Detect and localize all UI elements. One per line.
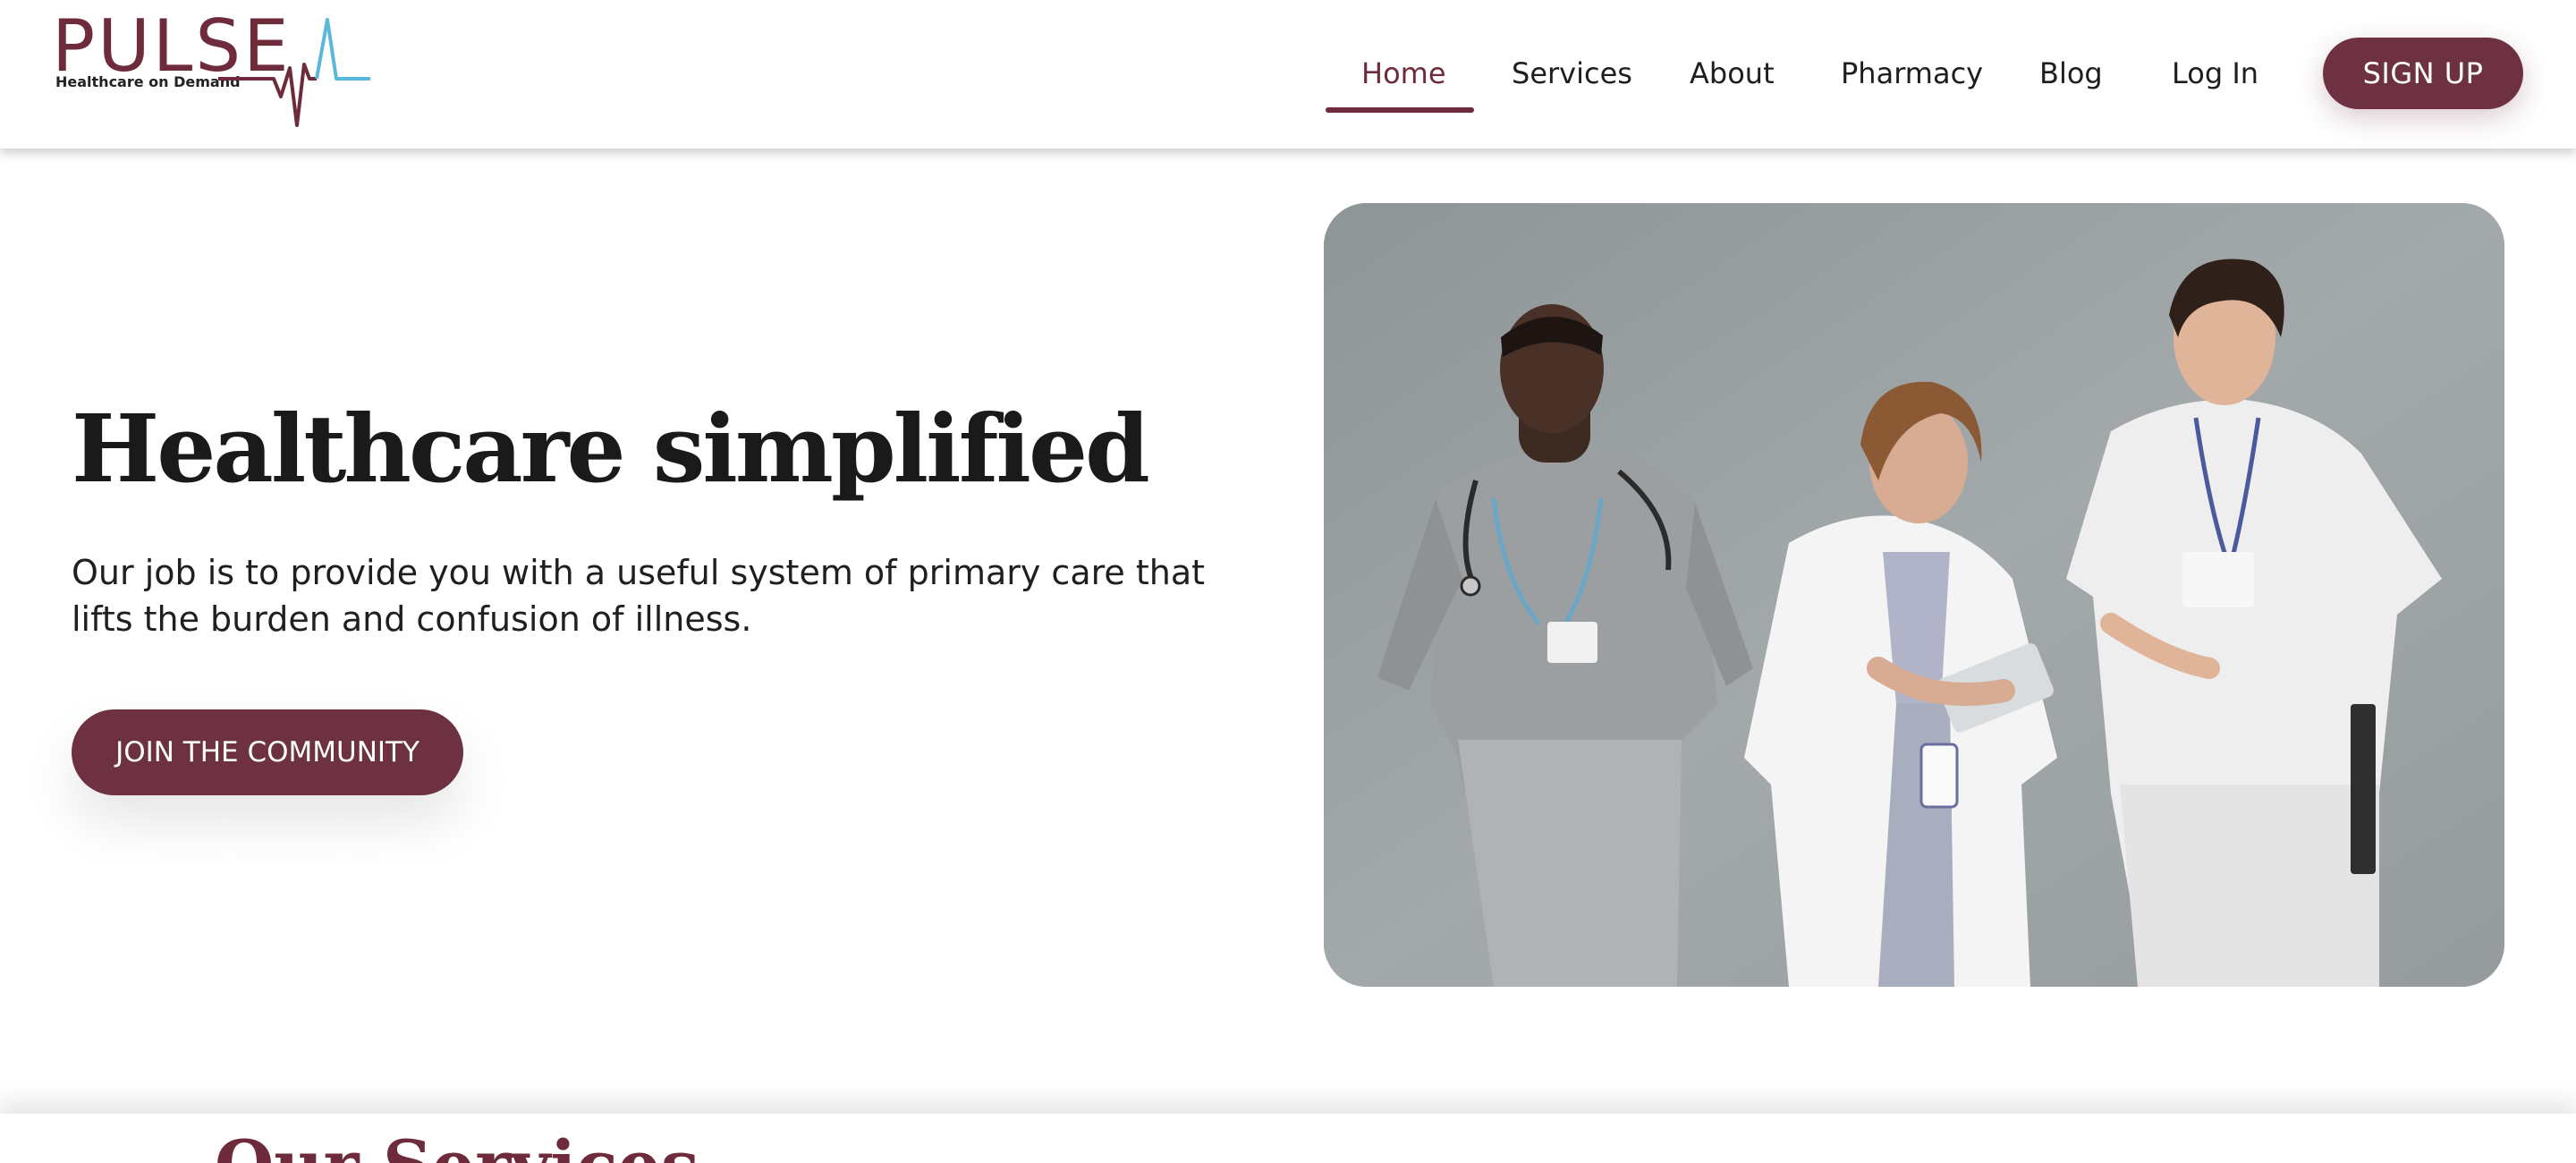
nav-services[interactable]: Services — [1512, 50, 1632, 97]
nav-active-underline — [1326, 107, 1474, 113]
hero-photo — [1324, 203, 2504, 987]
hero-description: Our job is to provide you with a useful … — [72, 553, 1206, 639]
sign-up-button[interactable]: SIGN UP — [2323, 38, 2523, 109]
brand-logo[interactable]: PULSE Healthcare on Demand — [52, 11, 374, 136]
nav-log-in[interactable]: Log In — [2172, 50, 2258, 97]
services-title: Our Services — [215, 1125, 699, 1163]
pulse-line-icon — [218, 18, 370, 127]
medical-team-illustration — [1324, 203, 2504, 987]
nav-about[interactable]: About — [1690, 50, 1775, 97]
join-community-button[interactable]: JOIN THE COMMUNITY — [72, 709, 463, 795]
nav-blog[interactable]: Blog — [2039, 50, 2103, 97]
site-header: PULSE Healthcare on Demand Home Services… — [0, 0, 2576, 149]
hero-title: Healthcare simplified — [72, 394, 1150, 504]
nav-pharmacy[interactable]: Pharmacy — [1841, 50, 1983, 97]
nav-home[interactable]: Home — [1361, 50, 1446, 97]
